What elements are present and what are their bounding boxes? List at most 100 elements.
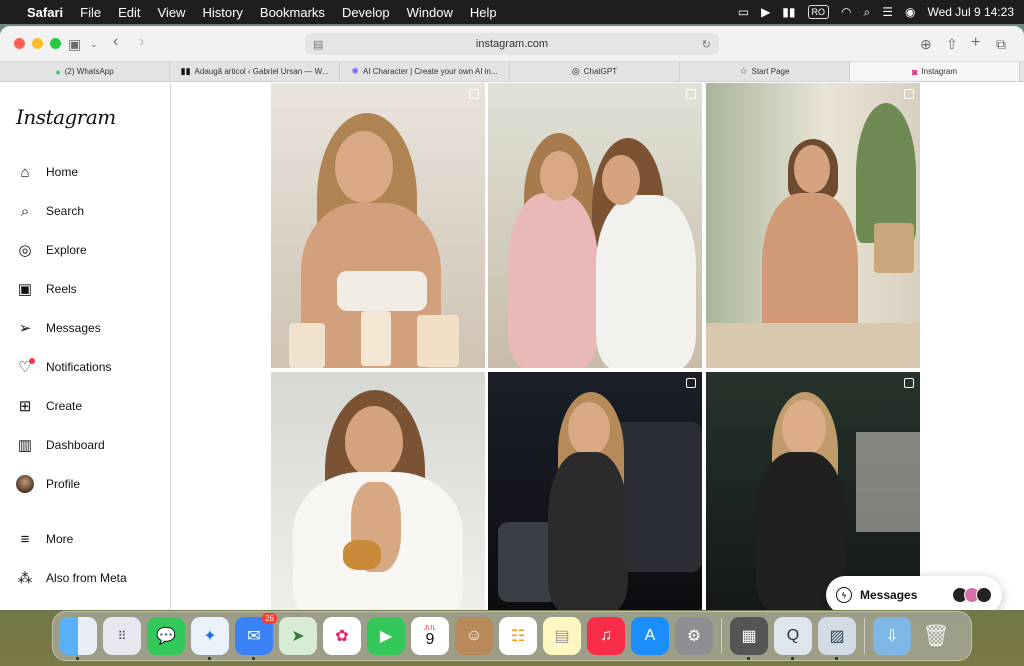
notes-app-icon[interactable]: ▤ bbox=[543, 617, 581, 655]
minimize-window-button[interactable] bbox=[32, 38, 43, 49]
nav-label: Dashboard bbox=[46, 438, 105, 452]
search-icon: ⌕ bbox=[20, 202, 30, 220]
nav-dashboard[interactable]: ▥ Dashboard bbox=[16, 434, 105, 456]
share-icon[interactable]: ⇧ bbox=[946, 36, 958, 53]
clock[interactable]: Wed Jul 9 14:23 bbox=[927, 5, 1014, 19]
control-center-icon[interactable]: ☰ bbox=[882, 5, 893, 19]
menu-file[interactable]: File bbox=[80, 5, 101, 20]
menu-view[interactable]: View bbox=[158, 5, 186, 20]
tab-ai-character[interactable]: ✺ AI Character | Create your own AI in..… bbox=[340, 62, 510, 81]
reminders-app-icon[interactable]: ☷ bbox=[499, 617, 537, 655]
safari-app-icon[interactable]: ✦ bbox=[191, 617, 229, 660]
messages-popup-button[interactable]: ϟ Messages bbox=[826, 576, 1002, 610]
quicktime-app-icon[interactable]: Q bbox=[774, 617, 812, 660]
downloads-icon[interactable]: ⊕ bbox=[920, 36, 932, 53]
post-thumbnail[interactable] bbox=[271, 372, 485, 610]
nav-messages[interactable]: ➢ Messages bbox=[16, 317, 101, 339]
menu-window[interactable]: Window bbox=[407, 5, 453, 20]
tab-wordpress[interactable]: ▮▮ Adaugă articol ‹ Gabriel Ursan — W... bbox=[170, 62, 340, 81]
messages-app-icon[interactable]: 💬 bbox=[147, 617, 185, 655]
chevron-down-icon[interactable]: ⌄ bbox=[90, 39, 98, 50]
calculator-app-icon[interactable]: ▦ bbox=[730, 617, 768, 660]
nav-search[interactable]: ⌕ Search bbox=[16, 200, 84, 222]
forward-icon[interactable]: › bbox=[139, 33, 144, 51]
siri-icon[interactable]: ◉ bbox=[905, 5, 915, 19]
nav-more[interactable]: ≡ More bbox=[16, 528, 74, 550]
fullscreen-window-button[interactable] bbox=[50, 38, 61, 49]
launchpad-icon[interactable]: ⠿ bbox=[103, 617, 141, 655]
menu-bookmarks[interactable]: Bookmarks bbox=[260, 5, 325, 20]
close-window-button[interactable] bbox=[14, 38, 25, 49]
multi-post-icon bbox=[686, 89, 696, 99]
menu-history[interactable]: History bbox=[202, 5, 242, 20]
nav-reels[interactable]: ▣ Reels bbox=[16, 278, 77, 300]
dock-separator bbox=[721, 618, 722, 654]
maps-app-icon[interactable]: ➤ bbox=[279, 617, 317, 655]
profile-post-grid bbox=[271, 83, 921, 610]
tab-chatgpt[interactable]: ◎ ChatGPT bbox=[510, 62, 680, 81]
system-settings-icon[interactable]: ⚙ bbox=[675, 617, 713, 655]
menu-icon: ≡ bbox=[20, 530, 30, 548]
battery-icon[interactable]: ▮▮ bbox=[782, 5, 795, 19]
contacts-app-icon[interactable]: ☺ bbox=[455, 617, 493, 655]
input-source[interactable]: RO bbox=[807, 5, 830, 19]
reload-icon[interactable]: ↻ bbox=[702, 38, 711, 51]
post-thumbnail[interactable] bbox=[706, 372, 920, 610]
downloads-folder-icon[interactable]: ⇩ bbox=[873, 617, 911, 655]
sidebar-toggle-icon[interactable]: ▣ bbox=[68, 36, 81, 53]
tab-instagram[interactable]: ◙ Instagram bbox=[850, 62, 1020, 81]
tab-label: AI Character | Create your own AI in... bbox=[362, 67, 498, 76]
menu-develop[interactable]: Develop bbox=[342, 5, 390, 20]
back-icon[interactable]: ‹ bbox=[113, 33, 118, 51]
messenger-icon: ϟ bbox=[836, 587, 852, 603]
compass-icon: ◎ bbox=[18, 242, 32, 259]
facetime-app-icon[interactable]: ▶ bbox=[367, 617, 405, 655]
nav-explore[interactable]: ◎ Explore bbox=[16, 239, 86, 261]
menu-edit[interactable]: Edit bbox=[118, 5, 140, 20]
url-bar[interactable]: ▤ instagram.com ↻ bbox=[305, 33, 719, 55]
star-icon: ☆ bbox=[739, 66, 748, 76]
play-icon[interactable]: ▶ bbox=[761, 5, 770, 19]
ai-icon: ✺ bbox=[351, 66, 359, 76]
page-menu-icon[interactable]: ▤ bbox=[313, 38, 323, 51]
finder-icon[interactable] bbox=[59, 617, 97, 660]
tab-whatsapp[interactable]: ● (2) WhatsApp bbox=[0, 62, 170, 81]
tab-label: Adaugă articol ‹ Gabriel Ursan — W... bbox=[194, 67, 329, 76]
photos-app-icon[interactable]: ✿ bbox=[323, 617, 361, 655]
tab-bar: ● (2) WhatsApp ▮▮ Adaugă articol ‹ Gabri… bbox=[0, 62, 1024, 82]
menu-app-name[interactable]: Safari bbox=[27, 5, 63, 20]
new-tab-icon[interactable]: + bbox=[971, 34, 980, 52]
calendar-app-icon[interactable]: JUL 9 bbox=[411, 617, 449, 655]
wifi-icon[interactable]: ◠ bbox=[841, 5, 851, 19]
title-bar: ▣ ⌄ ‹ › ▤ instagram.com ↻ ⊕ ⇧ + ⧉ bbox=[0, 26, 1024, 62]
nav-also-from-meta[interactable]: ⁂ Also from Meta bbox=[16, 567, 127, 589]
multi-post-icon bbox=[904, 89, 914, 99]
safari-window: ▣ ⌄ ‹ › ▤ instagram.com ↻ ⊕ ⇧ + ⧉ ● (2) … bbox=[0, 26, 1024, 610]
app-store-icon[interactable]: A bbox=[631, 617, 669, 655]
tab-overview-icon[interactable]: ⧉ bbox=[996, 36, 1006, 53]
spotlight-icon[interactable]: ⌕ bbox=[864, 5, 871, 20]
post-thumbnail[interactable] bbox=[706, 83, 920, 368]
instagram-sidebar: Instagram ⌂ Home ⌕ Search ◎ Explore ▣ Re… bbox=[0, 83, 171, 610]
nav-create[interactable]: ⊞ Create bbox=[16, 395, 82, 417]
trash-icon[interactable]: 🗑 bbox=[917, 617, 955, 655]
instagram-logo[interactable]: Instagram bbox=[16, 105, 116, 129]
menu-help[interactable]: Help bbox=[470, 5, 497, 20]
tab-label: ChatGPT bbox=[583, 67, 618, 76]
screen-mirror-icon[interactable]: ▭ bbox=[738, 5, 749, 19]
post-thumbnail[interactable] bbox=[488, 83, 702, 368]
post-thumbnail[interactable] bbox=[488, 372, 702, 610]
chart-icon: ▥ bbox=[17, 437, 33, 454]
tab-label: (2) WhatsApp bbox=[64, 67, 114, 76]
music-app-icon[interactable]: ♫ bbox=[587, 617, 625, 655]
nav-home[interactable]: ⌂ Home bbox=[16, 161, 78, 183]
nav-notifications[interactable]: ♡ Notifications bbox=[16, 356, 111, 378]
post-thumbnail[interactable] bbox=[271, 83, 485, 368]
preview-app-icon[interactable]: ▨ bbox=[818, 617, 856, 660]
mail-app-icon[interactable]: ✉ 26 bbox=[235, 613, 277, 660]
nav-profile[interactable]: Profile bbox=[16, 473, 80, 495]
dock-separator bbox=[864, 618, 865, 654]
whatsapp-icon: ● bbox=[55, 66, 61, 77]
tab-start-page[interactable]: ☆ Start Page bbox=[680, 62, 850, 81]
nav-label: Also from Meta bbox=[46, 571, 127, 585]
